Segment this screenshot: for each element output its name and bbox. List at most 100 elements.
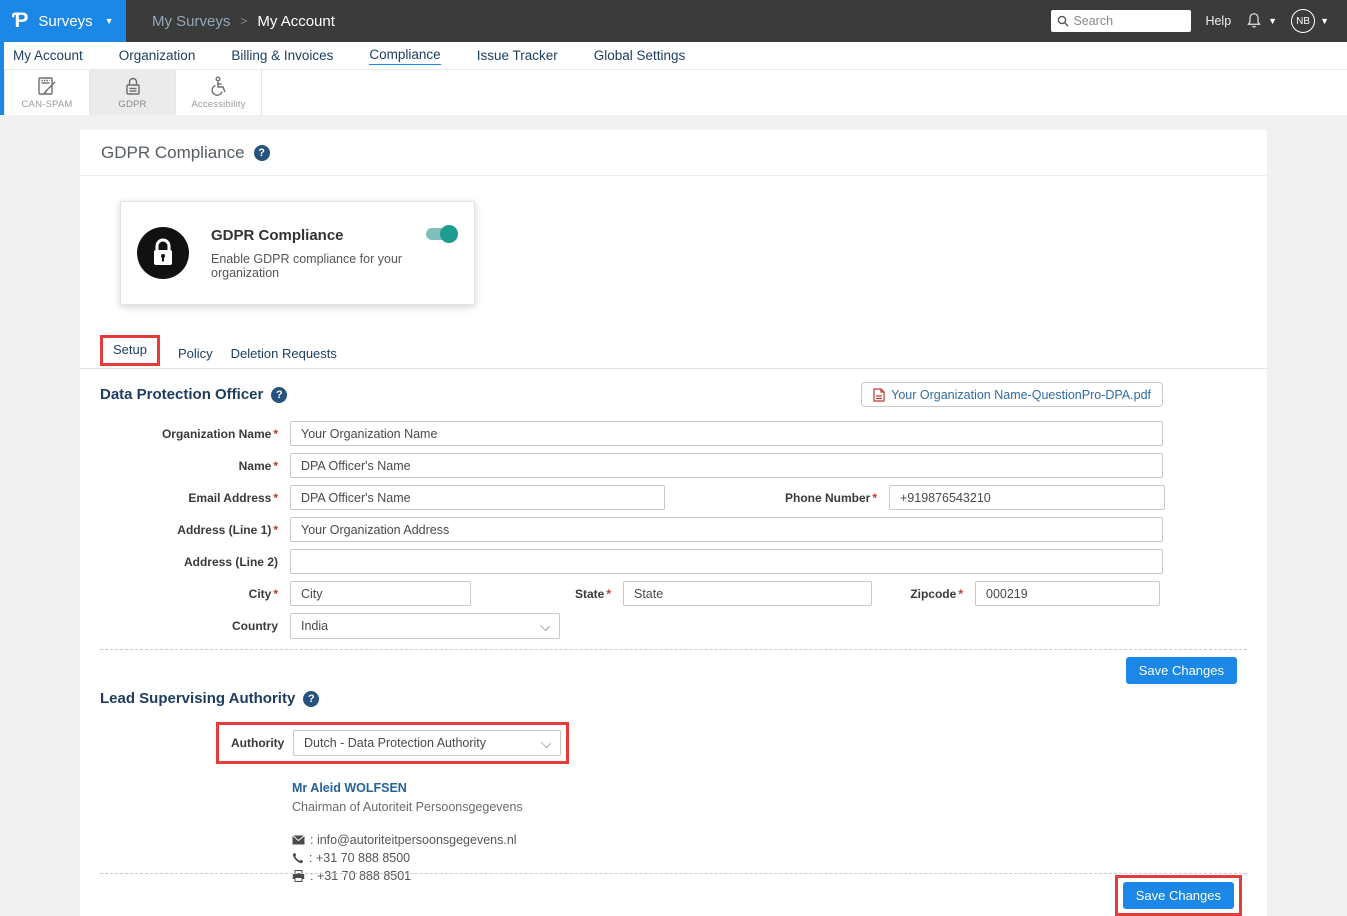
chevron-down-icon xyxy=(540,621,550,631)
wheelchair-icon xyxy=(208,76,230,96)
page-title: GDPR Compliance xyxy=(101,143,245,163)
state-field[interactable] xyxy=(623,581,872,606)
subtab-label: GDPR xyxy=(118,99,146,110)
help-link[interactable]: Help xyxy=(1205,14,1231,28)
form-row-city-state-zip: City* State* Zipcode* xyxy=(80,581,1267,606)
zipcode-label: Zipcode* xyxy=(872,587,963,601)
topbar-actions: Help ▼ NB ▼ xyxy=(1051,0,1347,42)
search-input[interactable] xyxy=(1073,14,1183,28)
dpo-form: Organization Name* Name* Email Address* … xyxy=(80,421,1267,639)
address2-field[interactable] xyxy=(290,549,1163,574)
account-nav: My Account Organization Billing & Invoic… xyxy=(0,42,1347,70)
city-field[interactable] xyxy=(290,581,471,606)
organization-name-label: Organization Name* xyxy=(80,427,278,441)
subtab-gdpr[interactable]: GDPR xyxy=(90,70,176,115)
help-icon[interactable] xyxy=(254,145,270,161)
top-bar: Ƥ Surveys ▼ My Surveys > My Account Help… xyxy=(0,0,1347,42)
dpo-heading-row: Data Protection Officer Your Organizatio… xyxy=(80,369,1267,407)
required-marker: * xyxy=(273,587,278,601)
form-row-address1: Address (Line 1)* xyxy=(80,517,1267,542)
product-name: Surveys xyxy=(38,13,92,30)
gdpr-card-title: GDPR Compliance xyxy=(211,227,458,244)
nav-item-billing-invoices[interactable]: Billing & Invoices xyxy=(231,48,333,63)
lsa-save-changes-button[interactable]: Save Changes xyxy=(1123,882,1234,909)
contact-email: : info@autoriteitpersoonsgegevens.nl xyxy=(310,833,517,847)
gdpr-compliance-panel: GDPR Compliance GDPR Compliance Enable G… xyxy=(80,130,1267,916)
authority-contact-name[interactable]: Mr Aleid WOLFSEN xyxy=(292,781,1267,795)
form-row-address2: Address (Line 2) xyxy=(80,549,1267,574)
form-row-country: Country India xyxy=(80,613,1267,639)
name-field[interactable] xyxy=(290,453,1163,478)
organization-name-field[interactable] xyxy=(290,421,1163,446)
pdf-file-icon xyxy=(873,388,885,402)
city-label: City* xyxy=(80,587,278,601)
label-text: Country xyxy=(232,619,278,633)
product-switcher[interactable]: Ƥ Surveys ▼ xyxy=(0,0,126,42)
lsa-bottom-area: Save Changes xyxy=(80,863,1267,916)
zipcode-field[interactable] xyxy=(975,581,1160,606)
nav-item-compliance[interactable]: Compliance xyxy=(369,47,440,65)
required-marker: * xyxy=(273,491,278,505)
subtab-label: CAN-SPAM xyxy=(21,99,72,110)
dpa-pdf-download-button[interactable]: Your Organization Name-QuestionPro-DPA.p… xyxy=(861,382,1163,407)
questionpro-logo-icon: Ƥ xyxy=(12,9,28,33)
nav-item-issue-tracker[interactable]: Issue Tracker xyxy=(477,48,558,63)
tab-policy[interactable]: Policy xyxy=(178,346,213,368)
help-icon[interactable] xyxy=(271,387,287,403)
nav-item-global-settings[interactable]: Global Settings xyxy=(594,48,686,63)
annotation-box-authority: Authority Dutch - Data Protection Author… xyxy=(216,722,569,764)
breadcrumb-my-surveys[interactable]: My Surveys xyxy=(152,13,230,30)
label-text: Address (Line 1) xyxy=(177,523,271,537)
authority-selected-value: Dutch - Data Protection Authority xyxy=(304,736,486,750)
gdpr-toggle-card: GDPR Compliance Enable GDPR compliance f… xyxy=(120,201,475,305)
search-icon xyxy=(1057,15,1069,27)
country-label: Country xyxy=(80,619,278,633)
subtab-accessibility[interactable]: Accessibility xyxy=(176,70,262,115)
label-text: Address (Line 2) xyxy=(184,555,278,569)
section-tabs: Setup Policy Deletion Requests xyxy=(80,340,1267,369)
page-background: GDPR Compliance GDPR Compliance Enable G… xyxy=(0,115,1347,916)
authority-contact-role: Chairman of Autoriteit Persoonsgegevens xyxy=(292,800,1267,814)
gdpr-enabled-toggle[interactable] xyxy=(426,228,456,240)
tab-deletion-requests[interactable]: Deletion Requests xyxy=(231,346,337,368)
contact-email-line: : info@autoriteitpersoonsgegevens.nl xyxy=(292,833,1267,847)
country-selected-value: India xyxy=(301,619,328,633)
lock-icon xyxy=(150,238,176,268)
lsa-heading: Lead Supervising Authority xyxy=(100,690,1267,707)
label-text: State xyxy=(575,587,604,601)
dpo-heading-text: Data Protection Officer xyxy=(100,386,263,403)
form-row-name: Name* xyxy=(80,453,1267,478)
label-text: Organization Name xyxy=(162,427,271,441)
toggle-knob xyxy=(440,225,458,243)
document-pencil-icon xyxy=(36,76,58,96)
subtab-can-spam[interactable]: CAN-SPAM xyxy=(4,70,90,115)
annotation-box-setup-tab: Setup xyxy=(100,335,160,366)
required-marker: * xyxy=(958,587,963,601)
nav-item-organization[interactable]: Organization xyxy=(119,48,196,63)
authority-label: Authority xyxy=(231,736,279,750)
label-text: City xyxy=(249,587,272,601)
compliance-subtabs: CAN-SPAM GDPR Accessibility xyxy=(0,70,1347,115)
address2-label: Address (Line 2) xyxy=(80,555,278,569)
required-marker: * xyxy=(273,459,278,473)
notifications-button[interactable]: ▼ xyxy=(1245,12,1277,30)
phone-field[interactable] xyxy=(889,485,1165,510)
required-marker: * xyxy=(273,427,278,441)
address1-field[interactable] xyxy=(290,517,1163,542)
label-text: Email Address xyxy=(188,491,271,505)
gdpr-card-description: Enable GDPR compliance for your organiza… xyxy=(211,252,458,280)
email-field[interactable] xyxy=(290,485,665,510)
nav-item-my-account[interactable]: My Account xyxy=(13,48,83,63)
authority-select[interactable]: Dutch - Data Protection Authority xyxy=(293,730,561,756)
country-select[interactable]: India xyxy=(290,613,560,639)
help-icon[interactable] xyxy=(303,691,319,707)
chevron-down-icon xyxy=(541,738,551,748)
breadcrumb-my-account: My Account xyxy=(257,13,335,30)
gdpr-card-text: GDPR Compliance Enable GDPR compliance f… xyxy=(211,227,458,280)
account-menu[interactable]: NB ▼ xyxy=(1291,9,1329,33)
search-box[interactable] xyxy=(1051,10,1191,32)
dpo-save-changes-button[interactable]: Save Changes xyxy=(1126,657,1237,684)
tab-setup[interactable]: Setup xyxy=(113,342,147,357)
padlock-icon xyxy=(123,76,143,96)
annotation-box-save-changes: Save Changes xyxy=(1115,875,1242,916)
